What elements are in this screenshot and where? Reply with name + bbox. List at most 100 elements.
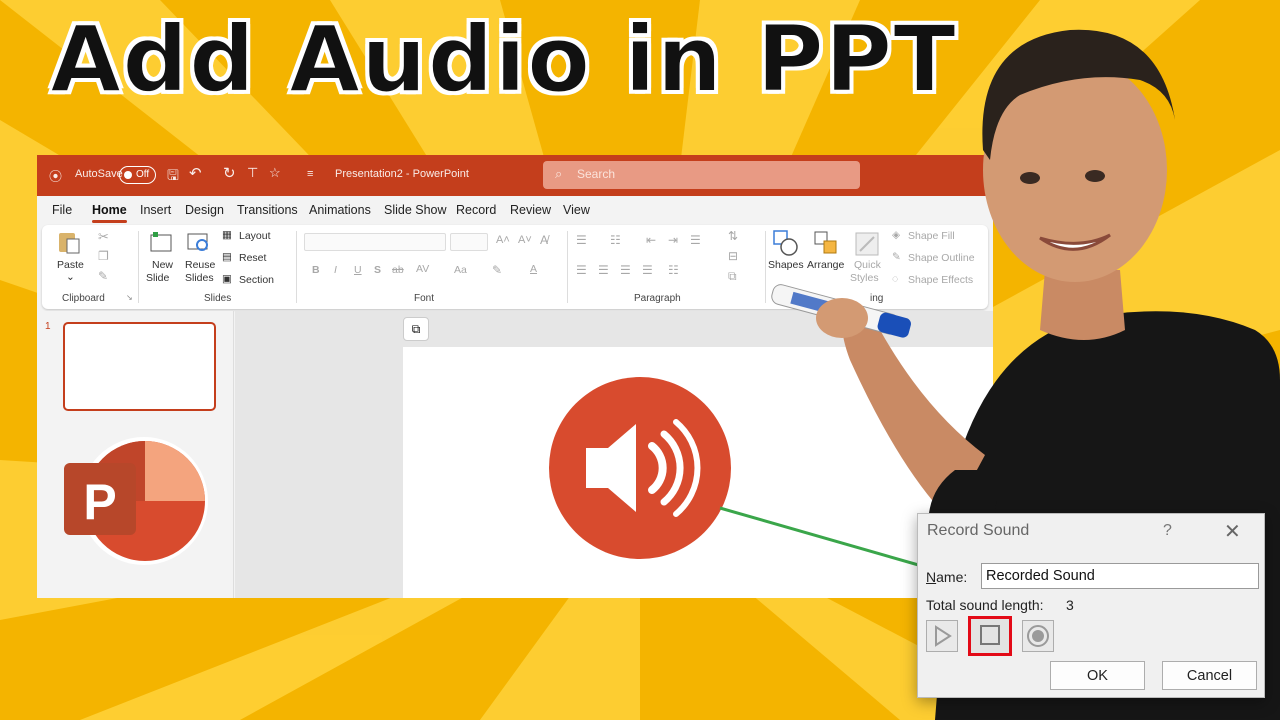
character-spacing-icon[interactable]: AV xyxy=(416,263,429,275)
section-button[interactable]: Section xyxy=(239,274,274,286)
align-text-icon[interactable]: ⊟ xyxy=(728,249,738,263)
increase-indent-icon[interactable]: ⇥ xyxy=(668,233,678,247)
group-label-font: Font xyxy=(414,293,435,304)
format-painter-icon[interactable]: ✎ xyxy=(98,269,108,283)
shape-outline-button[interactable]: Shape Outline xyxy=(908,252,975,264)
justify-icon[interactable]: ☰ xyxy=(642,263,653,277)
shape-fill-icon[interactable]: ◈ xyxy=(892,229,900,241)
font-family-combo[interactable] xyxy=(304,233,446,251)
section-icon[interactable]: ▣ xyxy=(222,273,232,285)
quick-styles-icon[interactable] xyxy=(854,231,880,260)
align-left-icon[interactable]: ☰ xyxy=(576,263,587,277)
new-slide-icon[interactable] xyxy=(148,231,174,256)
title-bar: ⦿ AutoSave Off 🖫 ↶ ↻ ⊤ ☆ ≡ Presentation2… xyxy=(37,155,993,196)
shape-effects-icon[interactable]: ◌ xyxy=(892,273,898,285)
quick-styles-line1[interactable]: Quick xyxy=(854,259,881,271)
paste-button[interactable]: Paste xyxy=(57,259,84,271)
line-spacing-icon[interactable]: ☰ xyxy=(690,233,701,247)
play-icon xyxy=(935,625,952,647)
record-sound-dialog: Record Sound ? ✕ Name: Total sound lengt… xyxy=(917,513,1265,698)
tab-animations[interactable]: Animations xyxy=(309,203,371,217)
underline-icon[interactable]: U xyxy=(354,264,362,276)
decrease-indent-icon[interactable]: ⇤ xyxy=(646,233,656,247)
tab-review[interactable]: Review xyxy=(510,203,551,217)
autosave-toggle[interactable]: Off xyxy=(119,166,156,184)
redo-icon[interactable]: ↻ xyxy=(223,164,236,182)
clear-formatting-icon[interactable]: A̸ xyxy=(540,233,548,247)
cut-icon[interactable]: ✂ xyxy=(98,229,109,245)
save-icon[interactable]: 🖫 xyxy=(167,165,179,189)
change-case-icon[interactable]: Aa xyxy=(454,264,467,276)
stop-button[interactable] xyxy=(968,616,1012,656)
align-center-icon[interactable]: ☰ xyxy=(598,263,609,277)
paste-dropdown-icon[interactable]: ⌄ xyxy=(66,271,75,283)
name-label-accelerator: N xyxy=(926,569,937,585)
reuse-slides-icon[interactable] xyxy=(185,231,211,256)
font-color-icon[interactable]: A xyxy=(530,263,537,275)
ok-button[interactable]: OK xyxy=(1050,661,1145,690)
paste-icon[interactable] xyxy=(56,229,82,254)
tab-view[interactable]: View xyxy=(563,203,590,217)
search-box[interactable]: ⌕ Search xyxy=(543,161,860,189)
slide-thumbnail[interactable] xyxy=(63,322,216,411)
play-button[interactable] xyxy=(926,620,958,652)
strikethrough-icon[interactable]: ab xyxy=(392,264,404,276)
numbering-icon[interactable]: ☷ xyxy=(610,233,621,247)
smartart-icon[interactable]: ⧉ xyxy=(728,269,737,284)
layout-icon[interactable]: ▦ xyxy=(222,229,232,241)
record-button[interactable] xyxy=(1022,620,1054,652)
grow-font-icon[interactable]: A˄ xyxy=(496,234,510,246)
shadow-icon[interactable]: S xyxy=(374,264,381,276)
tab-design[interactable]: Design xyxy=(185,203,224,217)
highlight-icon[interactable]: ✎ xyxy=(492,263,502,277)
more-icon[interactable]: ≡ xyxy=(307,168,313,180)
record-icon xyxy=(1027,625,1049,647)
reuse-slides-line1[interactable]: Reuse xyxy=(185,259,215,271)
arrange-button[interactable]: Arrange xyxy=(807,259,844,271)
shape-effects-button[interactable]: Shape Effects xyxy=(908,274,973,286)
italic-icon[interactable]: I xyxy=(334,264,337,276)
present-icon[interactable]: ⊤ xyxy=(247,165,258,181)
shrink-font-icon[interactable]: A˅ xyxy=(518,234,532,246)
menu-bar: File Home Insert Design Transitions Anim… xyxy=(37,196,993,224)
tab-insert[interactable]: Insert xyxy=(140,203,171,217)
reuse-slides-line2[interactable]: Slides xyxy=(185,272,214,284)
powerpoint-logo-icon: P xyxy=(64,437,208,565)
text-direction-icon[interactable]: ⇅ xyxy=(728,229,738,243)
font-size-combo[interactable] xyxy=(450,233,488,251)
shape-fill-button[interactable]: Shape Fill xyxy=(908,230,955,242)
tab-record[interactable]: Record xyxy=(456,203,496,217)
bullets-icon[interactable]: ☰ xyxy=(576,233,587,247)
search-icon: ⌕ xyxy=(555,166,563,181)
group-label-slides: Slides xyxy=(204,293,232,304)
arrange-icon[interactable] xyxy=(812,229,840,260)
separator xyxy=(765,231,766,303)
help-icon[interactable]: ? xyxy=(1163,522,1172,540)
dialog-launcher-icon[interactable]: ↘ xyxy=(126,293,133,302)
tab-slide-show[interactable]: Slide Show xyxy=(384,203,447,217)
undo-icon[interactable]: ↶ xyxy=(189,164,202,182)
dialog-title: Record Sound xyxy=(927,522,1030,539)
designer-icon[interactable]: ⧉ xyxy=(403,317,429,341)
reset-icon[interactable]: ▤ xyxy=(222,251,232,263)
name-input[interactable] xyxy=(981,563,1259,589)
tab-transitions[interactable]: Transitions xyxy=(237,203,298,217)
tab-home[interactable]: Home xyxy=(92,203,127,223)
copy-icon[interactable]: ❐ xyxy=(98,249,109,263)
quick-styles-line2[interactable]: Styles xyxy=(850,272,879,284)
customize-icon[interactable]: ☆ xyxy=(269,165,281,181)
total-length-value: 3 xyxy=(1066,597,1074,613)
new-slide-line2[interactable]: Slide xyxy=(146,272,169,284)
align-right-icon[interactable]: ☰ xyxy=(620,263,631,277)
shapes-icon[interactable] xyxy=(772,229,800,260)
new-slide-line1[interactable]: New xyxy=(152,259,173,271)
shapes-button[interactable]: Shapes xyxy=(768,259,804,271)
reset-button[interactable]: Reset xyxy=(239,252,266,264)
layout-button[interactable]: Layout xyxy=(239,230,271,242)
columns-icon[interactable]: ☷ xyxy=(668,263,679,277)
bold-icon[interactable]: B xyxy=(312,264,320,276)
cancel-button[interactable]: Cancel xyxy=(1162,661,1257,690)
shape-outline-icon[interactable]: ✎ xyxy=(892,251,901,263)
close-icon[interactable]: ✕ xyxy=(1224,519,1241,544)
tab-file[interactable]: File xyxy=(52,203,72,217)
